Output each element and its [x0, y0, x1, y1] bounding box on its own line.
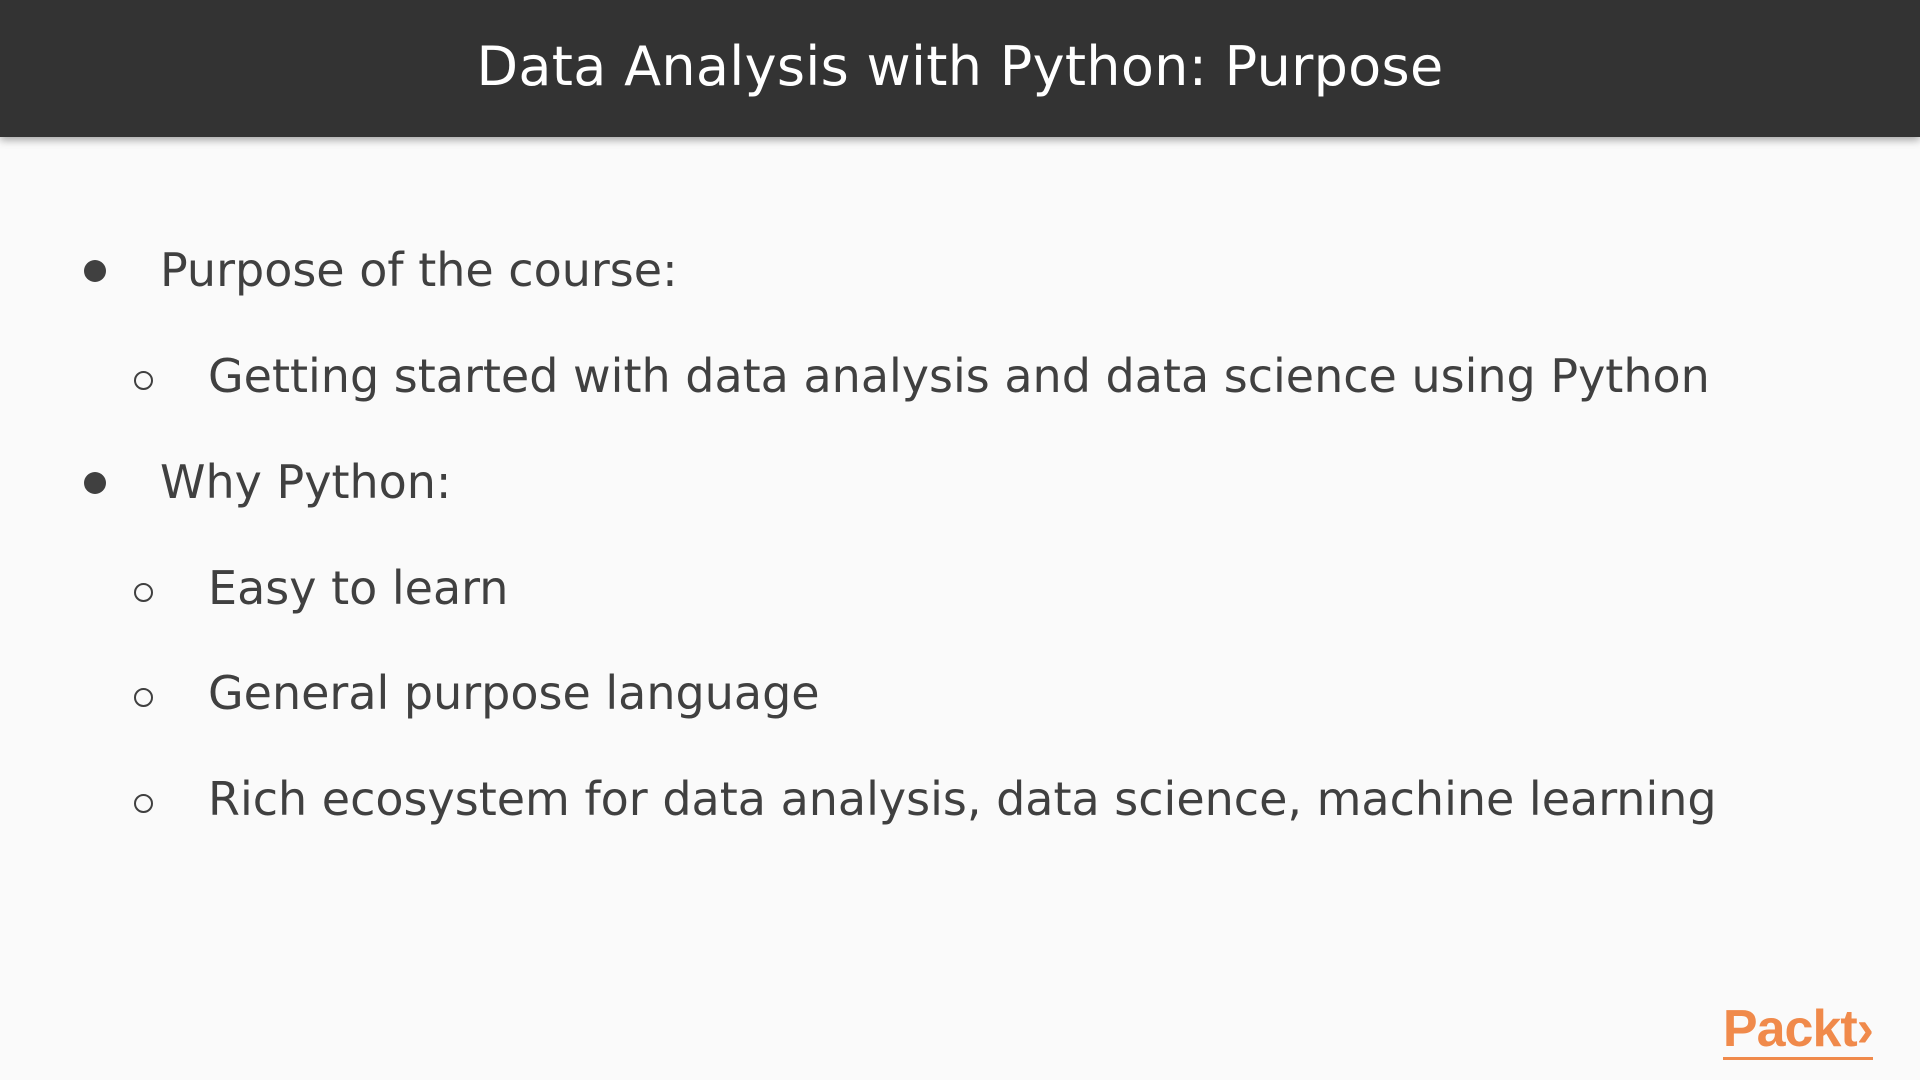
- packt-logo: Packt›: [1722, 1000, 1874, 1060]
- sub-bullet-item-rich-ecosystem: Rich ecosystem for data analysis, data s…: [134, 772, 1717, 826]
- bullet-item-purpose: Purpose of the course:: [84, 243, 678, 297]
- sub-bullet-text: Rich ecosystem for data analysis, data s…: [208, 772, 1717, 826]
- sub-bullet-item-easy-to-learn: Easy to learn: [134, 561, 508, 615]
- sub-bullet-item-getting-started: Getting started with data analysis and d…: [134, 349, 1710, 403]
- hollow-bullet-icon: [134, 370, 153, 390]
- filled-bullet-icon: [84, 472, 106, 494]
- sub-bullet-text: General purpose language: [208, 666, 820, 720]
- sub-bullet-item-general-purpose: General purpose language: [134, 666, 820, 720]
- bullet-text: Why Python:: [160, 455, 452, 509]
- sub-bullet-text: Getting started with data analysis and d…: [208, 349, 1710, 403]
- hollow-bullet-icon: [134, 793, 153, 813]
- slide-title: Data Analysis with Python: Purpose: [476, 35, 1444, 98]
- bullet-text: Purpose of the course:: [160, 243, 678, 297]
- bullet-item-why-python: Why Python:: [84, 455, 451, 509]
- slide-header: Data Analysis with Python: Purpose: [0, 0, 1920, 137]
- hollow-bullet-icon: [134, 687, 153, 707]
- hollow-bullet-icon: [134, 582, 153, 602]
- filled-bullet-icon: [84, 260, 106, 282]
- sub-bullet-text: Easy to learn: [208, 561, 509, 615]
